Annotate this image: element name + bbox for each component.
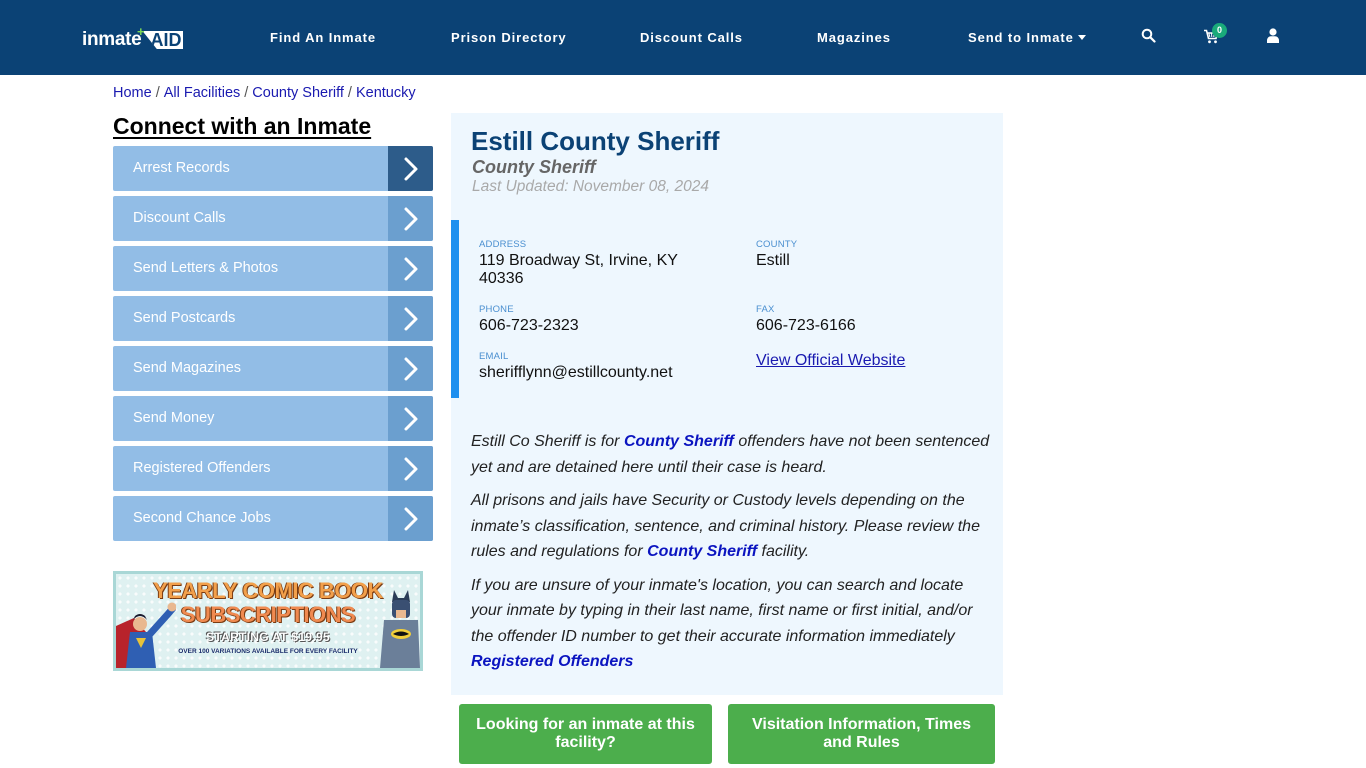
website-field: View Official Website [756, 350, 905, 370]
chevron-right-icon [388, 246, 433, 291]
inmateaid-logo[interactable]: inmate AID [82, 25, 184, 51]
sidebar-item-label: Send Postcards [133, 310, 236, 326]
email-value[interactable]: sherifflynn@estillcounty.net [479, 364, 673, 382]
sidebar-menu: Arrest Records Discount Calls Send Lette… [113, 146, 433, 546]
fax-label: FAX [756, 304, 775, 315]
email-label: EMAIL [479, 351, 509, 362]
nav-discount-calls[interactable]: Discount Calls [640, 30, 743, 46]
county-field: COUNTY Estill [756, 239, 797, 270]
description-text: If you are unsure of your inmate's locat… [471, 576, 973, 645]
facility-contact-info: ADDRESS 119 Broadway St, Irvine, KY 4033… [451, 220, 1003, 398]
nav-label: Discount Calls [640, 30, 743, 45]
search-icon[interactable] [1141, 28, 1156, 48]
address-label: ADDRESS [479, 239, 527, 250]
nav-prison-directory[interactable]: Prison Directory [451, 30, 567, 46]
breadcrumb-county-sheriff[interactable]: County Sheriff [252, 85, 344, 101]
sidebar-item-arrest-records[interactable]: Arrest Records [113, 146, 433, 191]
breadcrumb: Home / All Facilities / County Sheriff / Kentu… [113, 85, 416, 101]
sidebar-item-label: Discount Calls [133, 210, 226, 226]
looking-for-inmate-button[interactable]: Looking for an inmate at this facility? [459, 704, 712, 764]
nav-magazines[interactable]: Magazines [817, 30, 891, 46]
description-text: facility. [757, 543, 810, 560]
fax-field: FAX 606-723-6166 [756, 304, 856, 335]
registered-offenders-link[interactable]: Registered Offenders [471, 653, 633, 670]
logo-text-inmate: inmate [82, 29, 142, 50]
last-updated: Last Updated: November 08, 2024 [472, 178, 709, 195]
description-paragraph: Estill Co Sheriff is for County Sheriff … [471, 429, 996, 480]
sidebar-item-send-money[interactable]: Send Money [113, 396, 433, 441]
facility-panel: Estill County Sheriff County Sheriff Las… [451, 113, 1003, 695]
banner-subheadline: SUBSCRIPTIONS [180, 602, 356, 627]
sidebar-item-label: Send Magazines [133, 360, 242, 376]
button-label: Visitation Information, Times and Rules [752, 716, 971, 751]
county-value: Estill [756, 252, 790, 269]
nav-label: Send to Inmate [968, 30, 1074, 45]
breadcrumb-kentucky[interactable]: Kentucky [356, 85, 416, 101]
sidebar-item-discount-calls[interactable]: Discount Calls [113, 196, 433, 241]
caret-down-icon [1077, 35, 1086, 40]
address-field: ADDRESS 119 Broadway St, Irvine, KY 4033… [479, 239, 709, 288]
nav-label: Find An Inmate [270, 30, 377, 45]
logo-plus-icon: + [137, 24, 145, 39]
phone-label: PHONE [479, 304, 514, 315]
banner-headline: YEARLY COMIC BOOK [153, 578, 383, 603]
description-paragraph: All prisons and jails have Security or C… [471, 488, 996, 565]
fax-value: 606-723-6166 [756, 317, 856, 334]
nav-find-an-inmate[interactable]: Find An Inmate [270, 30, 376, 46]
breadcrumb-separator: / [244, 85, 249, 101]
sidebar-item-send-postcards[interactable]: Send Postcards [113, 296, 433, 341]
sidebar-item-label: Second Chance Jobs [133, 510, 271, 526]
description-paragraph: If you are unsure of your inmate's locat… [471, 573, 996, 675]
facility-name: Estill County Sheriff [471, 126, 720, 156]
nav-label: Magazines [817, 30, 891, 45]
visitation-info-button[interactable]: Visitation Information, Times and Rules [728, 704, 995, 764]
chevron-right-icon [388, 296, 433, 341]
banner-price: STARTING AT $19.95 [206, 630, 330, 644]
logo-text-aid: AID [142, 31, 184, 49]
chevron-right-icon [388, 396, 433, 441]
county-label: COUNTY [756, 239, 798, 250]
sidebar-item-label: Registered Offenders [133, 460, 271, 476]
chevron-right-icon [388, 346, 433, 391]
address-value: 119 Broadway St, Irvine, KY 40336 [479, 252, 678, 287]
chevron-right-icon [388, 146, 433, 191]
nav-label: Prison Directory [451, 30, 567, 45]
phone-value[interactable]: 606-723-2323 [479, 317, 579, 335]
nav-send-to-inmate[interactable]: Send to Inmate [968, 30, 1086, 46]
breadcrumb-home[interactable]: Home [113, 85, 152, 101]
sidebar-item-label: Arrest Records [133, 160, 230, 176]
cart-count-badge: 0 [1212, 23, 1227, 38]
sidebar-item-label: Send Letters & Photos [133, 260, 279, 276]
connect-with-inmate-heading[interactable]: Connect with an Inmate [113, 113, 371, 140]
county-sheriff-link[interactable]: County Sheriff [624, 433, 734, 450]
email-field: EMAIL sherifflynn@estillcounty.net [479, 351, 673, 382]
phone-field: PHONE 606-723-2323 [479, 304, 579, 335]
button-label: Looking for an inmate at this facility? [476, 716, 695, 751]
sidebar-item-label: Send Money [133, 410, 215, 426]
chevron-right-icon [388, 496, 433, 541]
chevron-right-icon [388, 446, 433, 491]
chevron-right-icon [388, 196, 433, 241]
breadcrumb-separator: / [347, 85, 352, 101]
breadcrumb-separator: / [155, 85, 160, 101]
sidebar-item-registered-offenders[interactable]: Registered Offenders [113, 446, 433, 491]
county-sheriff-link[interactable]: County Sheriff [647, 543, 757, 560]
facility-description: Estill Co Sheriff is for County Sheriff … [471, 429, 996, 683]
comic-book-subscription-banner[interactable]: YEARLY COMIC BOOK SUBSCRIPTIONS STARTING… [113, 571, 423, 671]
breadcrumb-all-facilities[interactable]: All Facilities [164, 85, 241, 101]
facility-type: County Sheriff [472, 157, 596, 177]
top-navbar: inmate AID + Find An Inmate Prison Direc… [0, 0, 1366, 75]
sidebar-item-send-magazines[interactable]: Send Magazines [113, 346, 433, 391]
banner-tagline: OVER 100 VARIATIONS AVAILABLE FOR EVERY … [178, 648, 358, 655]
sidebar-item-second-chance-jobs[interactable]: Second Chance Jobs [113, 496, 433, 541]
user-icon[interactable] [1267, 28, 1279, 48]
description-text: Estill Co Sheriff is for [471, 433, 624, 450]
sidebar-item-send-letters-photos[interactable]: Send Letters & Photos [113, 246, 433, 291]
view-official-website-link[interactable]: View Official Website [756, 352, 905, 370]
